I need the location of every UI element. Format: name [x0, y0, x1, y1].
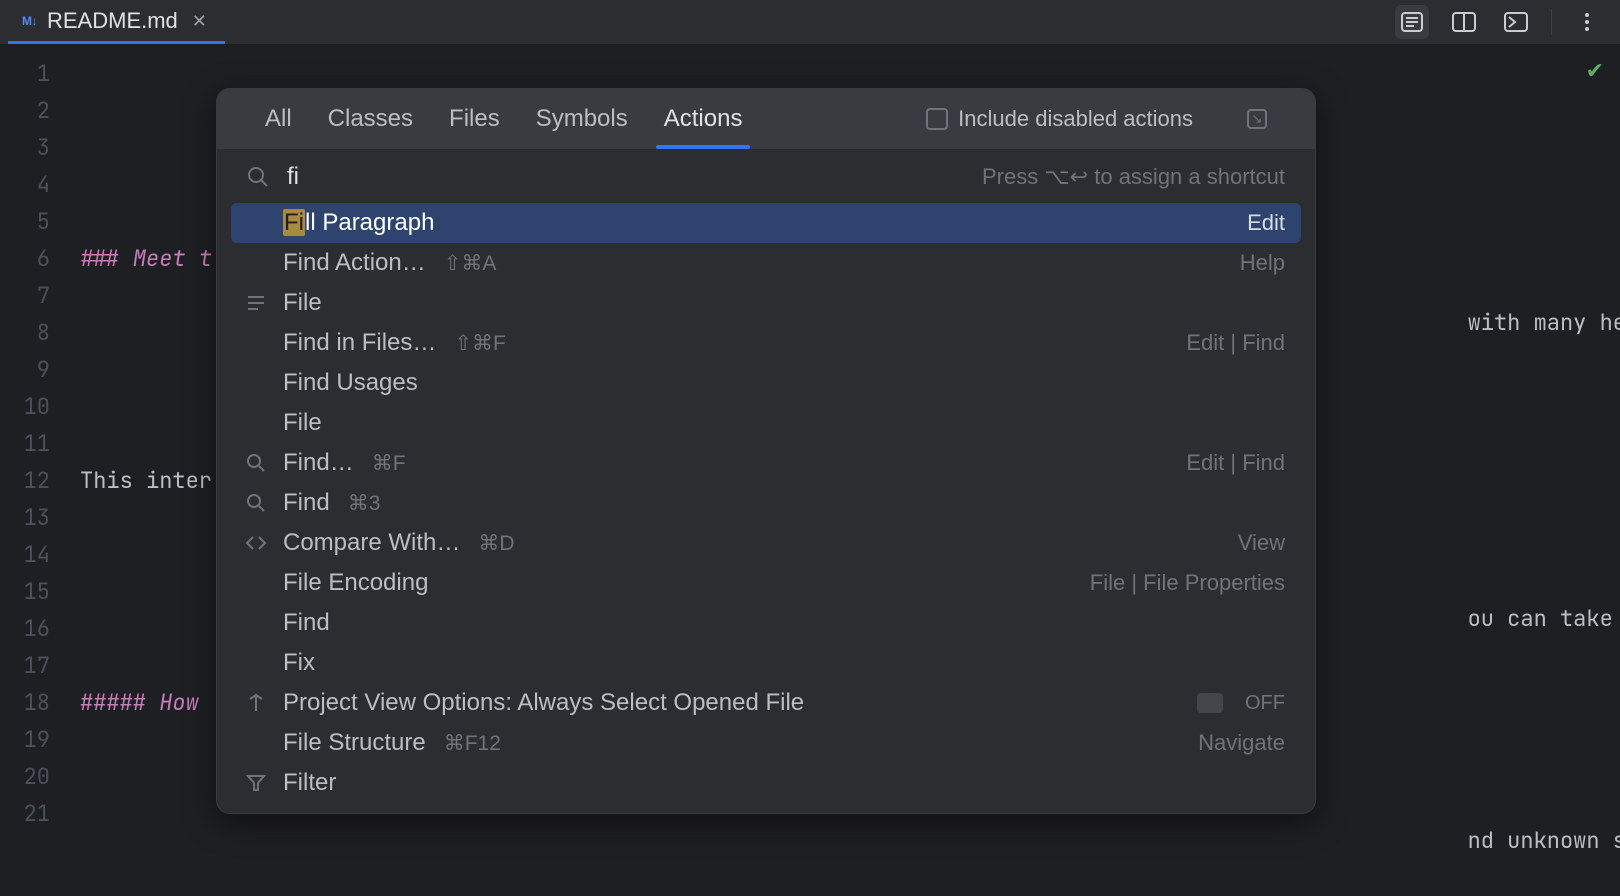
- result-row[interactable]: Find: [231, 603, 1301, 643]
- include-disabled-checkbox[interactable]: Include disabled actions: [926, 106, 1193, 132]
- result-label: Find: [283, 609, 330, 637]
- result-shortcut: ⌘F12: [444, 731, 501, 756]
- tab-symbols[interactable]: Symbols: [536, 89, 628, 149]
- toggle-label: OFF: [1245, 692, 1285, 715]
- result-row[interactable]: Filter: [231, 763, 1301, 803]
- result-shortcut: ⌘F: [372, 451, 406, 476]
- tab-all[interactable]: All: [265, 89, 292, 149]
- result-row[interactable]: Find… ⌘F Edit | Find: [231, 443, 1301, 483]
- gutter: 123456789101112131415161718192021: [0, 45, 70, 896]
- result-label: Project View Options: Always Select Open…: [283, 689, 804, 717]
- text-line: nd unknown s: [1468, 826, 1620, 855]
- heading-text: Meet t: [133, 244, 212, 273]
- result-row[interactable]: Fix: [231, 643, 1301, 683]
- result-row[interactable]: File: [231, 283, 1301, 323]
- search-row: Press ⌥↩ to assign a shortcut: [217, 149, 1315, 199]
- result-row[interactable]: File Structure ⌘F12 Navigate: [231, 723, 1301, 763]
- result-shortcut: ⌘D: [478, 531, 514, 556]
- result-label: Fill Paragraph: [283, 209, 434, 237]
- preview-icon[interactable]: [1499, 5, 1533, 39]
- project-icon: [243, 693, 269, 713]
- result-row[interactable]: File Encoding File | File Properties: [231, 563, 1301, 603]
- result-row[interactable]: Find Usages: [231, 363, 1301, 403]
- result-row[interactable]: Fill Paragraph Edit: [231, 203, 1301, 243]
- search-input[interactable]: [287, 163, 367, 191]
- result-row[interactable]: Find in Files… ⇧⌘F Edit | Find: [231, 323, 1301, 363]
- result-label: Find in Files…: [283, 329, 436, 357]
- tab-bar: M↓ README.md ✕: [0, 0, 1620, 45]
- result-context: Edit: [1247, 210, 1285, 236]
- result-context: Help: [1240, 250, 1285, 276]
- separator: [1551, 9, 1552, 35]
- tab-filename: README.md: [47, 8, 178, 34]
- text-line: ou can take: [1468, 604, 1613, 633]
- result-label: Find Usages: [283, 369, 418, 397]
- heading-marks: #####: [80, 688, 159, 717]
- result-context: Edit | Find: [1186, 450, 1285, 476]
- tab-actions[interactable]: Actions: [664, 89, 743, 149]
- result-context: Navigate: [1198, 730, 1285, 756]
- compare-icon: [243, 534, 269, 552]
- search-everywhere-popup: All Classes Files Symbols Actions Includ…: [216, 88, 1316, 814]
- heading-text: How: [159, 688, 199, 717]
- search-icon: [247, 166, 269, 188]
- checkbox-icon: [926, 108, 948, 130]
- toggle-switch[interactable]: [1197, 693, 1223, 713]
- text-line: This inter: [80, 466, 212, 495]
- result-label: File Structure: [283, 729, 426, 757]
- lines-icon: [243, 294, 269, 312]
- tab-files[interactable]: Files: [449, 89, 500, 149]
- result-label: Filter: [283, 769, 336, 797]
- shortcut-hint: Press ⌥↩ to assign a shortcut: [982, 164, 1285, 190]
- tab-classes[interactable]: Classes: [328, 89, 413, 149]
- result-row[interactable]: File: [231, 403, 1301, 443]
- filter-icon: [243, 774, 269, 792]
- result-shortcut: ⌘3: [348, 491, 381, 516]
- result-context: File | File Properties: [1090, 570, 1285, 596]
- result-row[interactable]: Project View Options: Always Select Open…: [231, 683, 1301, 723]
- result-row[interactable]: Compare With… ⌘D View: [231, 523, 1301, 563]
- result-label: File: [283, 409, 322, 437]
- close-icon[interactable]: ✕: [188, 10, 211, 32]
- result-label: Fix: [283, 649, 315, 677]
- result-context: Edit | Find: [1186, 330, 1285, 356]
- result-row[interactable]: Find Action… ⇧⌘A Help: [231, 243, 1301, 283]
- result-shortcut: ⇧⌘A: [444, 251, 497, 276]
- editor-only-icon[interactable]: [1395, 5, 1429, 39]
- text-line: with many he: [1468, 308, 1620, 337]
- more-icon[interactable]: [1570, 5, 1604, 39]
- result-label: Find: [283, 489, 330, 517]
- expand-icon[interactable]: ↘: [1247, 109, 1267, 129]
- result-label: File: [283, 289, 322, 317]
- heading-marks: ###: [80, 244, 133, 273]
- results-list: Fill Paragraph Edit Find Action… ⇧⌘A Help Fil…: [217, 199, 1315, 813]
- result-context: View: [1238, 530, 1285, 556]
- split-preview-icon[interactable]: [1447, 5, 1481, 39]
- markdown-icon: M↓: [22, 14, 37, 28]
- result-row[interactable]: Find ⌘3: [231, 483, 1301, 523]
- search-icon: [243, 493, 269, 513]
- result-label: File Encoding: [283, 569, 428, 597]
- result-label: Find Action…: [283, 249, 426, 277]
- result-shortcut: ⇧⌘F: [454, 331, 505, 356]
- search-icon: [243, 453, 269, 473]
- tab-bar-right: [1395, 5, 1612, 39]
- tab-readme[interactable]: M↓ README.md ✕: [8, 0, 225, 44]
- result-label: Find…: [283, 449, 354, 477]
- include-disabled-label: Include disabled actions: [958, 106, 1193, 132]
- popup-tabs: All Classes Files Symbols Actions Includ…: [217, 89, 1315, 149]
- result-label: Compare With…: [283, 529, 460, 557]
